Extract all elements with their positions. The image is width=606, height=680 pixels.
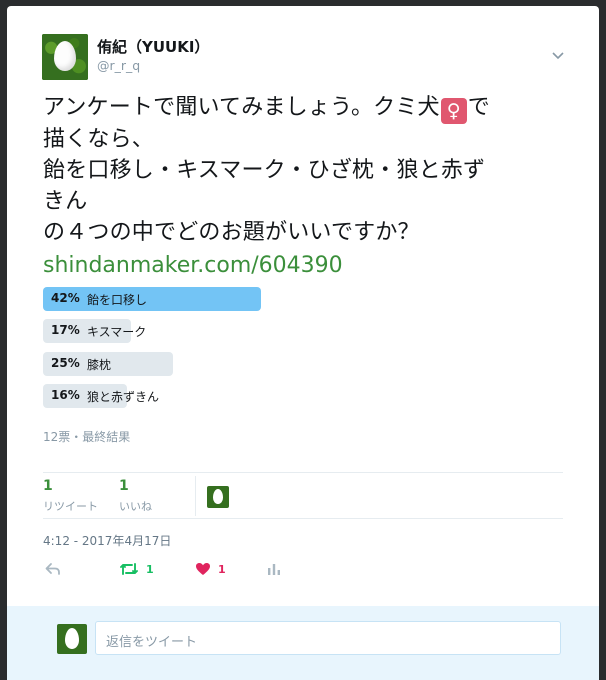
- retweet-icon: [120, 563, 138, 575]
- poll-meta: 12票・最終結果: [43, 430, 131, 444]
- retweet-action-count: 1: [146, 562, 154, 576]
- tweet-link[interactable]: shindanmaker.com/604390: [43, 253, 343, 278]
- poll-percent: 25%: [51, 356, 80, 370]
- tweet-line: 描くなら、: [43, 127, 155, 152]
- chevron-down-icon[interactable]: [551, 48, 565, 62]
- like-action-count: 1: [218, 562, 226, 576]
- reply-icon: [45, 563, 60, 575]
- author-handle[interactable]: @r_r_q: [97, 58, 140, 73]
- tweet-line: きん: [43, 189, 88, 214]
- poll-label: 狼と赤ずきん: [87, 390, 160, 404]
- retweet-button[interactable]: 1: [119, 559, 154, 579]
- poll-option: 25% 膝枕: [43, 352, 261, 376]
- user-avatar: [57, 624, 87, 654]
- tweet-card: 侑紀（YUUKI） @r_r_q アンケートで聞いてみましょう。クミ犬 ♀ で 描く…: [7, 6, 599, 680]
- author-avatar[interactable]: [42, 34, 88, 80]
- tweet-line: 飴を口移し・キスマーク・ひざ枕・狼と赤ず: [43, 158, 486, 183]
- tweet-line: の４つの中でどのお題がいいですか？: [43, 220, 420, 245]
- analytics-button[interactable]: [267, 559, 281, 579]
- retweet-label[interactable]: リツイート: [43, 498, 98, 514]
- reply-button[interactable]: [45, 559, 61, 579]
- tweet-text: アンケートで聞いてみましょう。クミ犬 ♀ で 描くなら、 飴を口移し・キスマーク・ひ…: [43, 92, 563, 248]
- analytics-icon: [268, 564, 280, 575]
- tweet-line: アンケートで聞いてみましょう。クミ犬: [43, 95, 440, 120]
- poll-option: 16% 狼と赤ずきん: [43, 384, 261, 408]
- female-sign-icon: ♀: [440, 98, 467, 124]
- author-name[interactable]: 侑紀（YUUKI）: [97, 36, 209, 57]
- poll-option: 17% キスマーク: [43, 319, 261, 343]
- heart-icon: [196, 563, 210, 575]
- liker-avatar[interactable]: [207, 486, 229, 508]
- divider: [43, 472, 563, 473]
- poll-percent: 42%: [51, 291, 80, 305]
- poll-percent: 16%: [51, 388, 80, 402]
- poll-percent: 17%: [51, 323, 80, 337]
- tweet-line-tail: で: [467, 95, 490, 120]
- divider: [43, 518, 563, 519]
- poll-label: キスマーク: [87, 325, 147, 339]
- stats-divider: [195, 476, 196, 516]
- like-label[interactable]: いいね: [119, 498, 152, 514]
- egg-avatar-icon: [54, 41, 76, 71]
- like-count[interactable]: 1: [119, 478, 129, 494]
- poll-label: 膝枕: [87, 358, 112, 372]
- reply-input[interactable]: 返信をツイート: [95, 621, 561, 655]
- poll-option: 42% 飴を口移し: [43, 287, 261, 311]
- poll-label: 飴を口移し: [87, 293, 148, 307]
- timestamp[interactable]: 4:12 - 2017年4月17日: [43, 532, 171, 549]
- like-button[interactable]: 1: [195, 559, 226, 579]
- retweet-count[interactable]: 1: [43, 478, 53, 494]
